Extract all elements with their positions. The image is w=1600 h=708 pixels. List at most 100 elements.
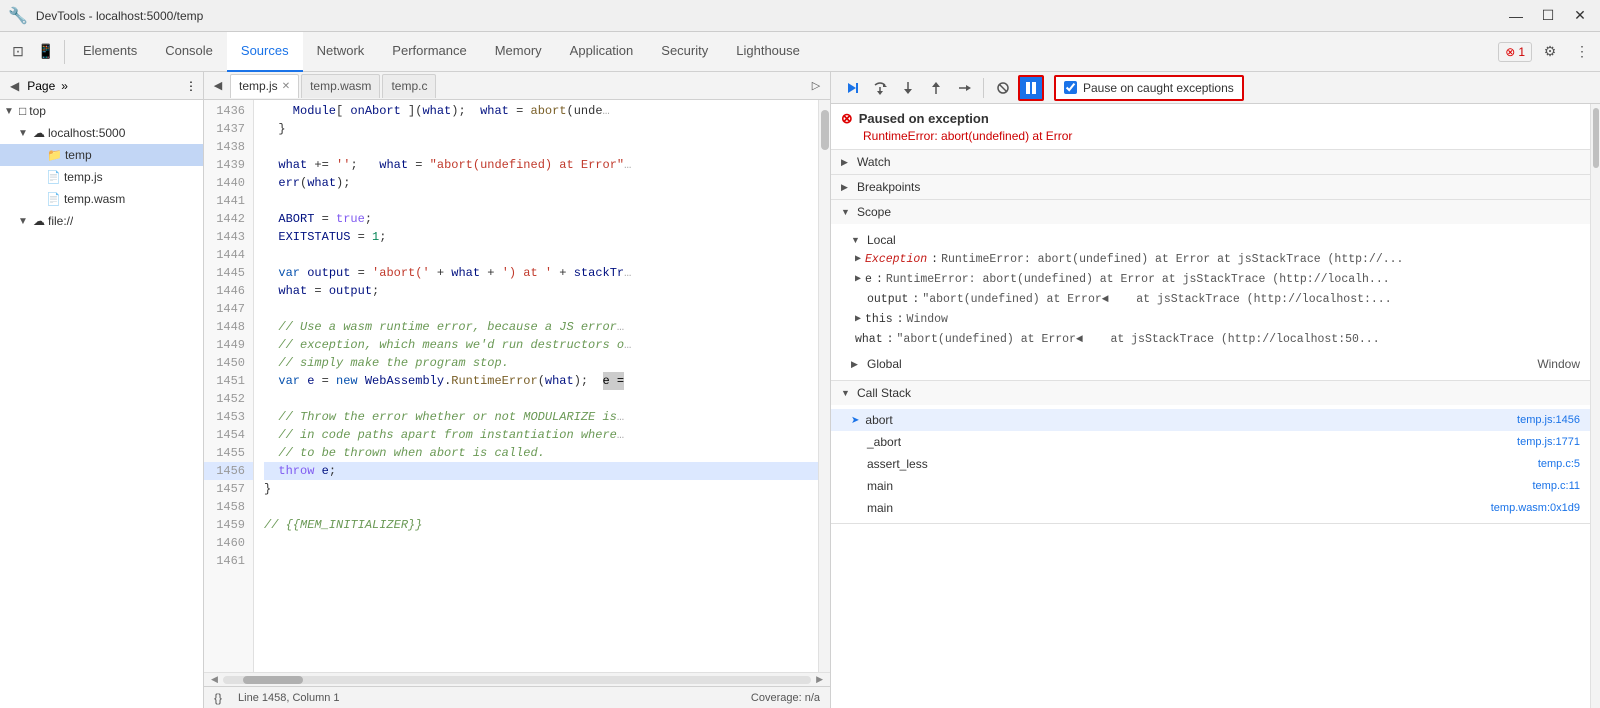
scope-item-exception[interactable]: ▶ Exception : RuntimeError: abort(undefi… — [831, 252, 1590, 272]
scope-item-e[interactable]: ▶ e : RuntimeError: abort(undefined) at … — [831, 272, 1590, 292]
editor-scrollbar[interactable] — [818, 100, 830, 672]
pause-on-caught-exceptions[interactable]: Pause on caught exceptions — [1054, 75, 1244, 101]
output-key: output — [867, 293, 908, 306]
close-button[interactable]: ✕ — [1568, 6, 1592, 26]
code-line — [264, 300, 818, 318]
global-header[interactable]: ▶ Global Window — [831, 352, 1590, 376]
error-badge[interactable]: ⊗ 1 — [1498, 42, 1532, 62]
call-item-_abort[interactable]: _abort temp.js:1771 — [831, 431, 1590, 453]
scope-content: ▼ Local ▶ Exception : RuntimeError: abor… — [831, 224, 1590, 380]
main-toolbar: ⊡ 📱 Elements Console Sources Network Per… — [0, 32, 1600, 72]
scope-header[interactable]: ▼ Scope — [831, 200, 1590, 224]
tree-label-file: file:// — [48, 214, 73, 228]
add-tab-button[interactable]: ▷ — [806, 76, 826, 96]
file-tab-tempc[interactable]: temp.c — [382, 74, 436, 98]
sidebar-options-button[interactable]: ⋮ — [185, 79, 197, 93]
step-over-button[interactable] — [867, 75, 893, 101]
scroll-left-button[interactable]: ◀ — [208, 674, 221, 685]
tree-label: top — [29, 104, 46, 118]
tab-elements[interactable]: Elements — [69, 32, 151, 72]
editor-panel: ◀ temp.js ✕ temp.wasm temp.c ▷ 1436 1437… — [204, 72, 830, 708]
what-colon: : — [887, 333, 894, 346]
scope-item-this[interactable]: ▶ this : Window — [831, 312, 1590, 332]
device-toggle-button[interactable]: 📱 — [32, 38, 60, 66]
step-out-button[interactable] — [923, 75, 949, 101]
tree-item-top[interactable]: ▼ □ top — [0, 100, 203, 122]
deactivate-breakpoints-button[interactable] — [990, 75, 1016, 101]
scope-item-what: what : "abort(undefined) at Error◄ at js… — [831, 332, 1590, 352]
code-content[interactable]: Module[ onAbort ](what); what = abort(un… — [254, 100, 818, 672]
scroll-thumb[interactable] — [243, 676, 303, 684]
code-line: // {{MEM_INITIALIZER}} — [264, 516, 818, 534]
call-item-main-wasm[interactable]: main temp.wasm:0x1d9 — [831, 497, 1590, 519]
tree-arrow-localhost: ▼ — [18, 128, 30, 139]
page-more-button[interactable]: » — [61, 79, 68, 93]
section-watch: ▶ Watch — [831, 150, 1590, 175]
right-scroll-thumb[interactable] — [1593, 108, 1599, 168]
tab-network[interactable]: Network — [303, 32, 379, 72]
inspect-element-button[interactable]: ⊡ — [4, 38, 32, 66]
tab-lighthouse[interactable]: Lighthouse — [722, 32, 814, 72]
file-tab-label-wasm: temp.wasm — [310, 79, 371, 93]
minimize-button[interactable]: — — [1504, 6, 1528, 26]
right-panel-scrollbar[interactable] — [1590, 104, 1600, 708]
debugger-toolbar: Pause on caught exceptions — [831, 72, 1600, 104]
file-tab-tempwasm[interactable]: temp.wasm — [301, 74, 380, 98]
scroll-right-button[interactable]: ▶ — [813, 674, 826, 685]
tab-security[interactable]: Security — [647, 32, 722, 72]
section-breakpoints: ▶ Breakpoints — [831, 175, 1590, 200]
tab-application[interactable]: Application — [556, 32, 648, 72]
editor-nav-left[interactable]: ◀ — [208, 76, 228, 96]
call-arrow-icon: ➤ — [851, 415, 859, 426]
more-button[interactable]: ⋮ — [1568, 38, 1596, 66]
pause-exceptions-checkbox[interactable] — [1064, 81, 1077, 94]
tab-performance[interactable]: Performance — [378, 32, 480, 72]
what-key: what — [855, 333, 883, 346]
this-colon: : — [897, 313, 904, 326]
call-fn-abort: abort — [865, 413, 892, 427]
code-area[interactable]: 1436 1437 1438 1439 1440 1441 1442 1443 … — [204, 100, 830, 672]
sidebar-collapse-button[interactable]: ◀ — [6, 77, 23, 95]
tree-item-tempwasm[interactable]: 📄 temp.wasm — [0, 188, 203, 210]
this-value: Window — [907, 313, 948, 326]
editor-scroll-thumb[interactable] — [821, 110, 829, 150]
settings-button[interactable]: ⚙ — [1536, 38, 1564, 66]
pause-exceptions-label[interactable]: Pause on caught exceptions — [1083, 81, 1234, 95]
folder-icon: □ — [19, 104, 26, 118]
tab-console[interactable]: Console — [151, 32, 227, 72]
call-item-main-c[interactable]: main temp.c:11 — [831, 475, 1590, 497]
call-item-assert_less[interactable]: assert_less temp.c:5 — [831, 453, 1590, 475]
section-call-stack: ▼ Call Stack ➤ abort temp.js:1456 — [831, 381, 1590, 524]
code-line: // Throw the error whether or not MODULA… — [264, 408, 818, 426]
call-item-abort[interactable]: ➤ abort temp.js:1456 — [831, 409, 1590, 431]
tree-item-file[interactable]: ▼ ☁ file:// — [0, 210, 203, 232]
js-file-icon: 📄 — [46, 170, 61, 184]
maximize-button[interactable]: ☐ — [1536, 6, 1560, 26]
local-header[interactable]: ▼ Local — [831, 228, 1590, 252]
breakpoints-header[interactable]: ▶ Breakpoints — [831, 175, 1590, 199]
file-tab-tempjs[interactable]: temp.js ✕ — [230, 74, 299, 98]
pause-on-exceptions-button[interactable] — [1018, 75, 1044, 101]
tree-label-tempjs: temp.js — [64, 170, 103, 184]
error-count: 1 — [1518, 45, 1525, 59]
watch-header[interactable]: ▶ Watch — [831, 150, 1590, 174]
tree-item-temp[interactable]: 📁 temp — [0, 144, 203, 166]
call-stack-header[interactable]: ▼ Call Stack — [831, 381, 1590, 405]
resume-button[interactable] — [839, 75, 865, 101]
output-value: "abort(undefined) at Error◄ at jsStackTr… — [922, 293, 1391, 306]
tab-sources[interactable]: Sources — [227, 32, 303, 72]
step-into-button[interactable] — [895, 75, 921, 101]
this-expand: ▶ — [855, 313, 861, 325]
step-button[interactable] — [951, 75, 977, 101]
format-button[interactable]: {} — [214, 691, 222, 705]
tree-item-localhost[interactable]: ▼ ☁ localhost:5000 — [0, 122, 203, 144]
scroll-track[interactable] — [223, 676, 811, 684]
file-tab-close[interactable]: ✕ — [282, 81, 290, 92]
horizontal-scrollbar[interactable]: ◀ ▶ — [204, 672, 830, 686]
main-content: ◀ Page » ⋮ ▼ □ top ▼ ☁ localhost:5000 📁 — [0, 72, 1600, 708]
tab-memory[interactable]: Memory — [481, 32, 556, 72]
main-tabs: Elements Console Sources Network Perform… — [69, 32, 1498, 72]
tree-item-tempjs[interactable]: 📄 temp.js — [0, 166, 203, 188]
editor-tabs: ◀ temp.js ✕ temp.wasm temp.c ▷ — [204, 72, 830, 100]
breakpoints-arrow: ▶ — [841, 182, 853, 193]
